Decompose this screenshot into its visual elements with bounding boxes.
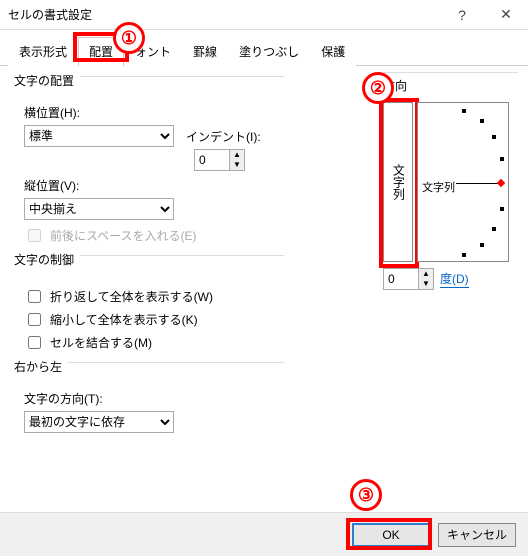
group-label-layout: 文字の配置 xyxy=(14,72,80,89)
merge-label: セルを結合する(M) xyxy=(50,334,152,351)
group-text-layout: 文字の配置 横位置(H): 標準 インデント(I): ▲▼ 縦位置(V): 中央… xyxy=(14,76,284,245)
orientation-dial-handle xyxy=(497,179,505,187)
dialog-footer: OK キャンセル xyxy=(0,512,528,556)
callout-2: ② xyxy=(362,72,394,104)
tab-border[interactable]: 罫線 xyxy=(182,37,228,66)
indent-input[interactable] xyxy=(195,150,229,170)
orientation-vertical-text: 文字列 xyxy=(390,164,407,200)
degree-stepper[interactable]: ▲▼ xyxy=(383,268,434,290)
h-align-select[interactable]: 標準 xyxy=(24,125,174,147)
wrap-label: 折り返して全体を表示する(W) xyxy=(50,288,213,305)
indent-label: インデント(I): xyxy=(186,128,261,145)
group-text-control: 文字の制御 折り返して全体を表示する(W) 縮小して全体を表示する(K) セルを… xyxy=(14,255,284,352)
tab-number[interactable]: 表示形式 xyxy=(8,37,78,66)
orientation-panel: ② 方向 文字列 文字列 xyxy=(383,72,518,290)
group-label-rtl: 右から左 xyxy=(14,358,68,375)
v-align-select[interactable]: 中央揃え xyxy=(24,198,174,220)
v-align-label: 縦位置(V): xyxy=(24,177,284,194)
group-rtl: 右から左 文字の方向(T): 最初の文字に依存 xyxy=(14,362,284,433)
merge-checkbox[interactable] xyxy=(28,336,41,349)
degree-input[interactable] xyxy=(384,269,418,289)
window-title: セルの書式設定 xyxy=(8,6,92,23)
tab-protection[interactable]: 保護 xyxy=(310,37,356,66)
indent-down-icon[interactable]: ▼ xyxy=(230,160,244,170)
distribute-checkbox-row: 前後にスペースを入れる(E) xyxy=(24,226,284,245)
orientation-dial-line xyxy=(456,183,500,184)
shrink-label: 縮小して全体を表示する(K) xyxy=(50,311,198,328)
title-bar: セルの書式設定 ? ✕ xyxy=(0,0,528,30)
dir-label: 文字の方向(T): xyxy=(24,390,284,407)
callout-1: ① xyxy=(113,22,145,54)
ok-button[interactable]: OK xyxy=(352,523,430,547)
orientation-vertical-button[interactable]: 文字列 xyxy=(383,102,413,262)
shrink-checkbox[interactable] xyxy=(28,313,41,326)
callout-3: ③ xyxy=(350,479,382,511)
close-button[interactable]: ✕ xyxy=(484,0,528,30)
degree-up-icon[interactable]: ▲ xyxy=(419,269,433,279)
indent-stepper[interactable]: ▲▼ xyxy=(194,149,245,171)
degree-down-icon[interactable]: ▼ xyxy=(419,279,433,289)
h-align-label: 横位置(H): xyxy=(24,104,284,121)
orientation-dial-text: 文字列 xyxy=(422,179,455,195)
dialog-content: 文字の配置 横位置(H): 標準 インデント(I): ▲▼ 縦位置(V): 中央… xyxy=(0,66,528,546)
distribute-checkbox xyxy=(28,229,41,242)
tab-bar: 表示形式 配置 ォント 罫線 塗りつぶし 保護 ① xyxy=(0,30,528,66)
cancel-button[interactable]: キャンセル xyxy=(438,523,516,547)
help-button[interactable]: ? xyxy=(440,0,484,30)
dir-select[interactable]: 最初の文字に依存 xyxy=(24,411,174,433)
wrap-checkbox[interactable] xyxy=(28,290,41,303)
orientation-dial[interactable]: 文字列 xyxy=(417,102,509,262)
degree-label[interactable]: 度(D) xyxy=(440,270,469,288)
indent-up-icon[interactable]: ▲ xyxy=(230,150,244,160)
group-label-control: 文字の制御 xyxy=(14,251,80,268)
distribute-label: 前後にスペースを入れる(E) xyxy=(50,227,197,244)
tab-fill[interactable]: 塗りつぶし xyxy=(228,37,310,66)
